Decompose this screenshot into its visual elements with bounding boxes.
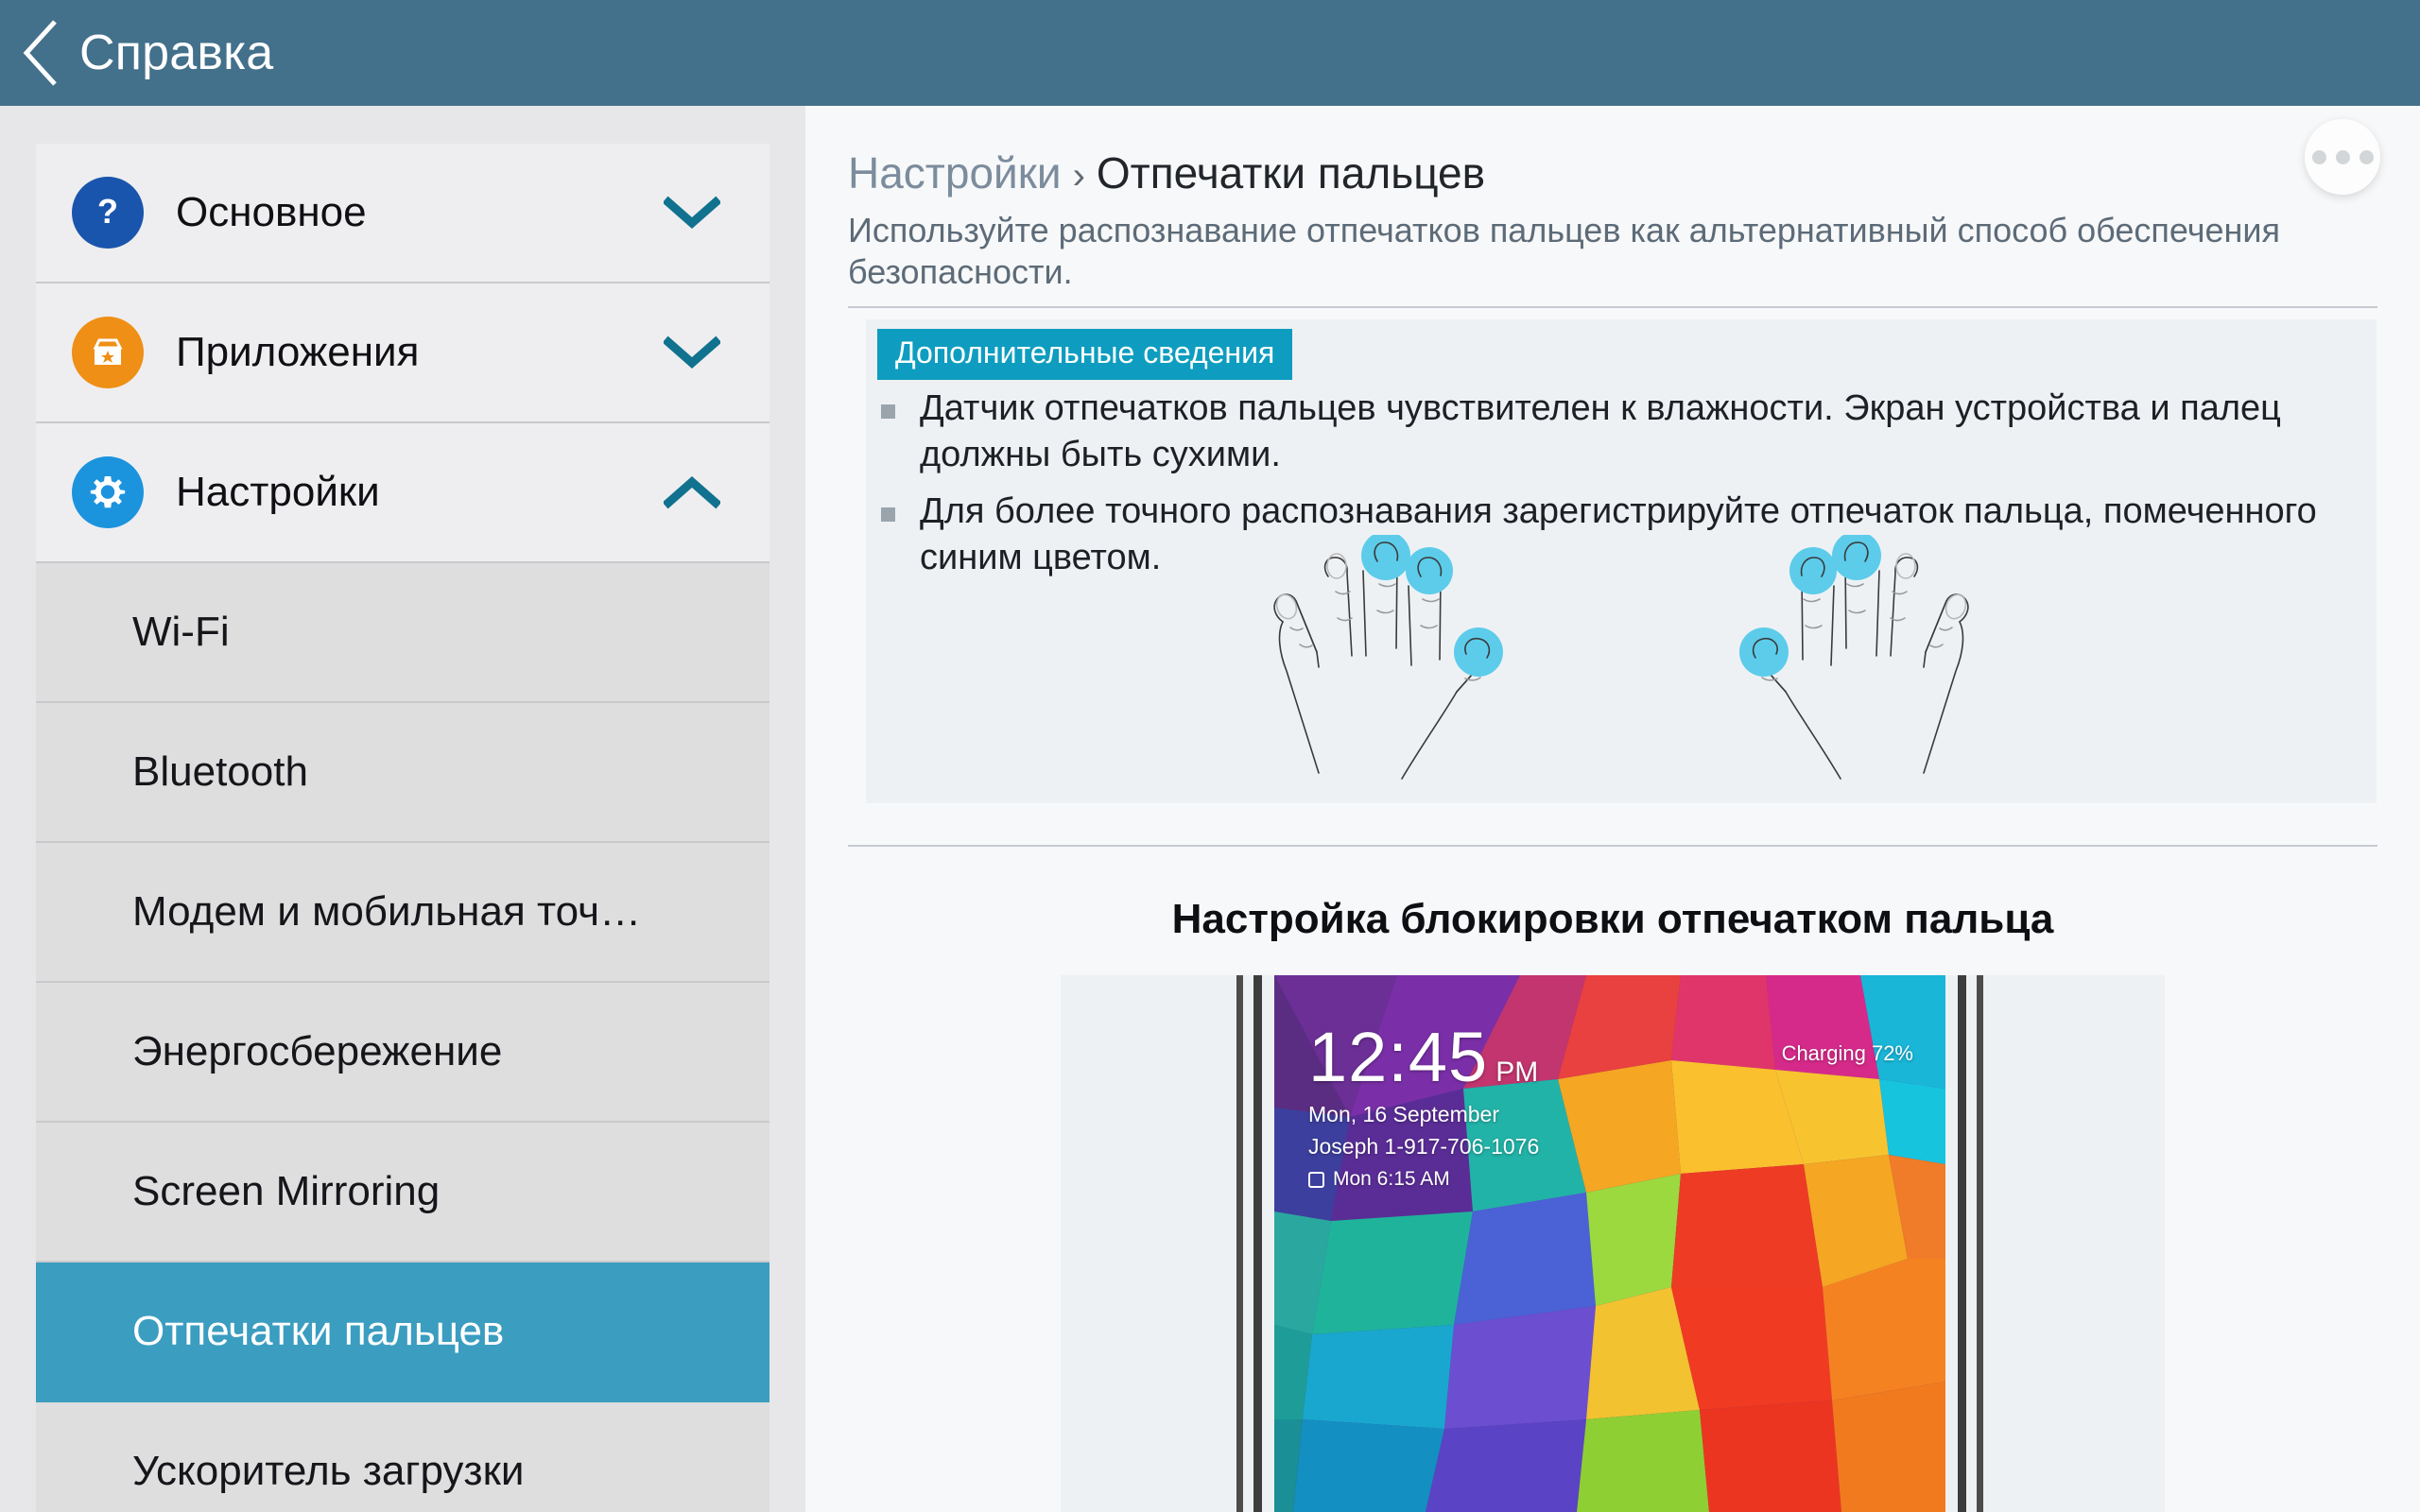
page-title: Справка	[79, 26, 274, 80]
sidebar-item-label: Ускоритель загрузки	[132, 1448, 525, 1494]
lock-time-ampm: PM	[1495, 1057, 1539, 1088]
chevron-down-icon[interactable]	[662, 196, 722, 230]
sidebar-group-general[interactable]: ? Основное	[36, 144, 769, 284]
sidebar-item-label: Энергосбережение	[132, 1028, 503, 1074]
sidebar-group-apps[interactable]: Приложения	[36, 284, 769, 423]
more-options-icon	[2311, 149, 2326, 164]
lock-screen-charging: Charging 72%	[1781, 1041, 1913, 1065]
gear-icon	[72, 456, 144, 528]
sidebar-item-fingerprints[interactable]: Отпечатки пальцев	[36, 1263, 769, 1402]
lock-time-value: 12:45	[1308, 1018, 1489, 1096]
sidebar-item-wifi[interactable]: Wi-Fi	[36, 563, 769, 703]
breadcrumb-separator-icon: ›	[1072, 155, 1085, 197]
bullet-text: Датчик отпечатков пальцев чувствителен к…	[920, 388, 2281, 474]
device-bezel-left-inner	[1253, 975, 1262, 1512]
sidebar-item-screen-mirroring[interactable]: Screen Mirroring	[36, 1123, 769, 1263]
content-pane: Настройки › Отпечатки пальцев Используйте …	[805, 106, 2420, 1512]
additional-info-panel: Дополнительные сведения Датчик отпечатко…	[866, 319, 2377, 803]
device-illustration: 12:45 PM Mon, 16 September Joseph 1-917-7…	[1061, 975, 2165, 1512]
alarm-clock-icon	[1308, 1171, 1324, 1188]
breadcrumb-current: Отпечатки пальцев	[1096, 148, 1486, 198]
question-mark-icon: ?	[72, 177, 144, 249]
lock-alarm-text: Mon 6:15 AM	[1333, 1168, 1450, 1191]
more-options-button[interactable]	[2305, 119, 2380, 195]
fingerprint-highlight	[1454, 627, 1503, 677]
info-badge: Дополнительные сведения	[877, 329, 1293, 380]
sidebar-list: ? Основное Приложения Настройки Wi-Fi Bl…	[36, 144, 769, 1512]
device-bezel-right-outer	[1977, 975, 1983, 1512]
breadcrumb-parent[interactable]: Настройки	[848, 148, 1062, 198]
sidebar-group-label: Настройки	[176, 469, 380, 515]
sidebar-group-label: Приложения	[176, 329, 420, 375]
back-chevron-icon[interactable]	[17, 16, 68, 90]
page-subtitle: Используйте распознавание отпечатков пал…	[848, 211, 2280, 291]
sidebar-item-label: Отпечатки пальцев	[132, 1308, 505, 1354]
more-options-icon	[2335, 149, 2350, 164]
apps-box-icon	[72, 317, 144, 388]
divider-bottom	[848, 845, 2377, 847]
device-bezel-left-outer	[1236, 975, 1243, 1512]
app-title-bar: Справка	[0, 0, 2420, 106]
sidebar-item-label: Модем и мобильная точ…	[132, 888, 642, 935]
sidebar-item-label: Screen Mirroring	[132, 1168, 441, 1214]
chevron-up-icon[interactable]	[662, 475, 722, 509]
fingerprint-highlight	[1406, 547, 1453, 594]
breadcrumb: Настройки › Отпечатки пальцев	[848, 147, 1485, 198]
sidebar-item-label: Bluetooth	[132, 748, 308, 795]
sidebar-item-download-booster[interactable]: Ускоритель загрузки	[36, 1402, 769, 1512]
lock-screen-contact: Joseph 1-917-706-1076	[1308, 1134, 1540, 1160]
sidebar: ? Основное Приложения Настройки Wi-Fi Bl…	[0, 106, 805, 1512]
main-body: ? Основное Приложения Настройки Wi-Fi Bl…	[0, 106, 2420, 1512]
svg-text:?: ?	[97, 192, 118, 231]
bullet-square-icon	[881, 404, 895, 419]
divider-top	[848, 306, 2377, 308]
lock-screen-alarm: Mon 6:15 AM	[1308, 1168, 1539, 1191]
sidebar-group-label: Основное	[176, 189, 367, 235]
device-bezel-right-inner	[1958, 975, 1966, 1512]
bullet-square-icon	[881, 507, 895, 523]
lock-screen-time: 12:45 PM	[1308, 1022, 1539, 1092]
sidebar-item-power-saving[interactable]: Энергосбережение	[36, 983, 769, 1123]
section-heading: Настройка блокировки отпечатком пальца	[1171, 896, 2054, 942]
sidebar-item-bluetooth[interactable]: Bluetooth	[36, 703, 769, 843]
sidebar-group-settings[interactable]: Настройки	[36, 423, 769, 563]
sidebar-item-tethering[interactable]: Модем и мобильная точ…	[36, 843, 769, 983]
lock-screen-date: Mon, 16 September	[1308, 1102, 1500, 1127]
chevron-down-icon[interactable]	[662, 335, 722, 369]
lock-screen-info: 12:45 PM Mon, 16 September Joseph 1-917-7…	[1308, 1022, 1540, 1191]
tablet-device: 12:45 PM Mon, 16 September Joseph 1-917-7…	[1236, 975, 1983, 1512]
hands-fingerprint-illustration	[866, 535, 2377, 788]
more-options-icon	[2359, 149, 2374, 164]
lock-screen: 12:45 PM Mon, 16 September Joseph 1-917-7…	[1274, 975, 1945, 1512]
sidebar-item-label: Wi-Fi	[132, 609, 230, 655]
list-item: Датчик отпечатков пальцев чувствителен к…	[881, 386, 2356, 477]
fingerprint-highlight	[1361, 535, 1410, 580]
